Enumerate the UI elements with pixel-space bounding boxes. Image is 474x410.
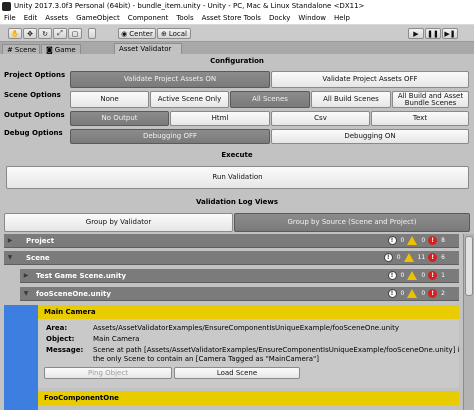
scene-all-build-and-bundle-button[interactable]: All Build and Asset Bundle Scenes	[392, 91, 469, 108]
play-icon[interactable]: ▶	[408, 28, 424, 39]
info-icon: !	[387, 289, 397, 298]
test-scene-counts: ! 0 0 ! 1	[387, 271, 445, 280]
info-icon: !	[383, 253, 393, 262]
tab-scene[interactable]: # Scene	[2, 44, 40, 54]
toolbar: ✋ ✥ ↻ ⤢ ▢ ◉ Center ⊕ Local ▶ ❚❚ ▶❚	[0, 25, 474, 42]
foo-scene-counts: ! 0 0 ! 2	[387, 289, 445, 298]
error-icon: !	[428, 289, 438, 298]
project-options-label: Project Options	[4, 71, 66, 79]
execute-heading: Execute	[221, 151, 253, 159]
scene-active-only-button[interactable]: Active Scene Only	[150, 91, 229, 108]
menu-asset-store-tools[interactable]: Asset Store Tools	[198, 14, 265, 22]
menu-bar: File Edit Assets GameObject Component To…	[0, 12, 474, 25]
error-icon: !	[428, 253, 438, 262]
scale-tool-icon[interactable]: ⤢	[53, 28, 67, 39]
warning-icon	[407, 271, 418, 280]
load-scene-button[interactable]: Load Scene	[174, 367, 300, 379]
center-icon: ◉	[121, 29, 128, 38]
move-tool-icon[interactable]: ✥	[23, 28, 37, 39]
scrollbar-thumb[interactable]	[465, 236, 473, 296]
info-icon: !	[387, 236, 397, 245]
message-line-1: Scene at path [Assets/AssetValidatorExam…	[93, 346, 459, 354]
configuration-heading: Configuration	[210, 57, 264, 65]
output-options-label: Output Options	[4, 111, 65, 119]
scene-icon: #	[7, 45, 13, 54]
collapse-arrow-icon[interactable]: ▼	[20, 290, 32, 297]
pivot-center-button[interactable]: ◉ Center	[118, 28, 156, 39]
group-by-validator-button[interactable]: Group by Validator	[4, 213, 233, 232]
log-views-heading: Validation Log Views	[195, 198, 279, 206]
title-bar: Unity 2017.3.0f3 Personal (64bit) - bund…	[0, 0, 474, 12]
local-icon: ⊕	[160, 29, 167, 38]
warning-icon	[407, 289, 418, 298]
hand-tool-icon[interactable]: ✋	[8, 28, 22, 39]
menu-component[interactable]: Component	[124, 14, 173, 22]
pivot-local-button[interactable]: ⊕ Local	[157, 28, 191, 39]
debug-options-label: Debug Options	[4, 129, 63, 137]
output-html-button[interactable]: Html	[170, 111, 270, 126]
expand-arrow-icon[interactable]: ▶	[20, 272, 32, 279]
tree-row-foo-scene-one[interactable]: ▼ fooSceneOne.unity ! 0 0 ! 2	[20, 287, 459, 301]
transform-tool-icon[interactable]	[88, 28, 96, 39]
expand-arrow-icon[interactable]: ▶	[4, 237, 16, 244]
selection-highlight	[4, 305, 38, 410]
main-camera-header[interactable]: Main Camera	[38, 305, 459, 319]
collapse-arrow-icon[interactable]: ▼	[4, 254, 16, 261]
warning-icon	[403, 253, 414, 262]
scene-none-button[interactable]: None	[70, 91, 149, 108]
step-icon[interactable]: ▶❚	[442, 28, 458, 39]
run-validation-button[interactable]: Run Validation	[6, 166, 469, 189]
scene-all-build-button[interactable]: All Build Scenes	[311, 91, 391, 108]
ping-object-button[interactable]: Ping Object	[44, 367, 172, 379]
error-icon: !	[428, 236, 438, 245]
unity-logo-icon	[2, 1, 11, 11]
rotate-tool-icon[interactable]: ↻	[38, 28, 52, 39]
menu-file[interactable]: File	[0, 14, 20, 22]
tab-game[interactable]: ◙ Game	[41, 44, 81, 54]
menu-assets[interactable]: Assets	[41, 14, 72, 22]
menu-gameobject[interactable]: GameObject	[72, 14, 124, 22]
scene-options-label: Scene Options	[4, 91, 61, 99]
message-line-2: the only Scene to contain an [Camera Tag…	[93, 355, 319, 363]
tab-strip: # Scene ◙ Game Asset Validator	[0, 42, 474, 54]
output-none-button[interactable]: No Output	[70, 111, 169, 126]
info-icon: !	[387, 271, 397, 280]
scene-all-button[interactable]: All Scenes	[230, 91, 310, 108]
output-text-button[interactable]: Text	[371, 111, 469, 126]
foo-component-header[interactable]: FooComponentOne	[38, 391, 459, 405]
object-value: Main Camera	[93, 335, 140, 343]
project-counts: ! 0 0 ! 8	[387, 236, 445, 245]
debugging-on-button[interactable]: Debugging ON	[271, 129, 469, 144]
pause-icon[interactable]: ❚❚	[425, 28, 441, 39]
tree-row-project[interactable]: ▶ Project ! 0 0 ! 8	[4, 234, 459, 248]
window-title: Unity 2017.3.0f3 Personal (64bit) - bund…	[14, 2, 365, 10]
menu-help[interactable]: Help	[330, 14, 354, 22]
main-camera-details: Area: Assets/AssetValidatorExamples/Ensu…	[38, 319, 459, 388]
game-icon: ◙	[46, 45, 53, 54]
menu-window[interactable]: Window	[294, 14, 330, 22]
tree-row-test-game-scene[interactable]: ▶ Test Game Scene.unity ! 0 0 ! 1	[20, 269, 459, 283]
tree-row-scene[interactable]: ▼ Scene ! 0 11 ! 6	[4, 251, 459, 265]
validate-project-off-button[interactable]: Validate Project Assets OFF	[271, 71, 469, 88]
debugging-off-button[interactable]: Debugging OFF	[70, 129, 270, 144]
rect-tool-icon[interactable]: ▢	[68, 28, 82, 39]
validate-project-on-button[interactable]: Validate Project Assets ON	[70, 71, 270, 88]
menu-edit[interactable]: Edit	[20, 14, 42, 22]
scene-counts: ! 0 11 ! 6	[383, 253, 445, 262]
menu-tools[interactable]: Tools	[172, 14, 197, 22]
vertical-scrollbar[interactable]	[463, 234, 474, 410]
error-icon: !	[428, 271, 438, 280]
warning-icon	[407, 236, 418, 245]
tab-asset-validator[interactable]: Asset Validator	[114, 43, 182, 54]
output-csv-button[interactable]: Csv	[271, 111, 370, 126]
area-value: Assets/AssetValidatorExamples/EnsureComp…	[93, 324, 400, 332]
menu-docky[interactable]: Docky	[265, 14, 294, 22]
group-by-source-button[interactable]: Group by Source (Scene and Project)	[234, 213, 470, 232]
